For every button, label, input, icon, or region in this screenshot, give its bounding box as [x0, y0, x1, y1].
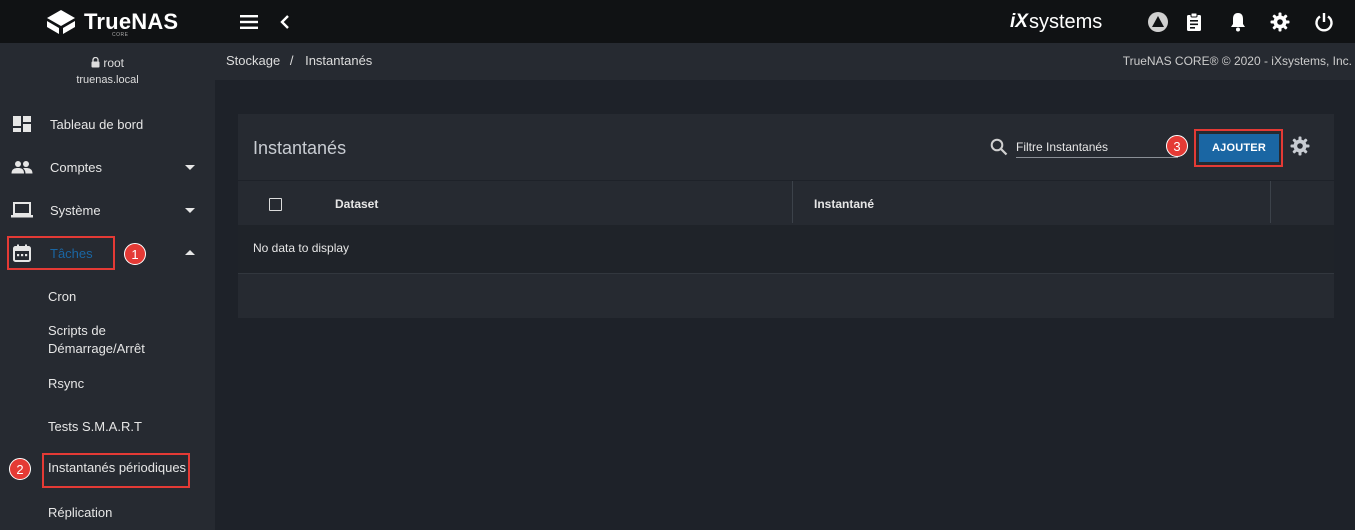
table-header: Dataset Instantané [238, 180, 1334, 225]
sidebar: root truenas.local Tableau de bord Compt… [0, 43, 215, 530]
column-header-snapshot[interactable]: Instantané [814, 197, 874, 211]
user-info: root truenas.local [0, 56, 215, 86]
truenas-logo-icon [47, 10, 75, 34]
dashboard-icon [11, 113, 33, 135]
column-divider [792, 181, 793, 223]
ixsystems-logo-ix: iX [1010, 11, 1028, 32]
filter-box [990, 132, 1180, 160]
breadcrumb-parent[interactable]: Stockage [226, 53, 280, 68]
annotation-highlight-tasks [7, 236, 115, 270]
sidebar-item-accounts[interactable]: Comptes [0, 147, 215, 187]
lock-icon [91, 56, 100, 68]
brand-name: TrueNAS [84, 9, 179, 34]
sidebar-subitem-init-scripts[interactable]: Scripts de Démarrage/Arrêt [48, 322, 158, 358]
power-icon[interactable] [1311, 9, 1337, 35]
breadcrumb: Stockage / Instantanés [226, 53, 372, 68]
search-icon [990, 138, 1008, 156]
people-icon [11, 156, 33, 178]
page-title: Instantanés [253, 138, 347, 158]
table-footer [238, 273, 1334, 318]
annotation-badge-3: 3 [1166, 135, 1188, 157]
chevron-left-icon[interactable] [272, 9, 298, 35]
sidebar-item-dashboard[interactable]: Tableau de bord [0, 104, 215, 144]
breadcrumb-separator: / [289, 53, 294, 68]
gear-icon[interactable] [1267, 9, 1293, 35]
select-all-checkbox[interactable] [269, 198, 282, 211]
user-name: root [103, 56, 125, 70]
sidebar-item-system[interactable]: Système [0, 190, 215, 230]
caret-up-icon [185, 250, 195, 255]
copyright-text: TrueNAS CORE® © 2020 - iXsystems, Inc. [1122, 54, 1352, 68]
user-name-line: root [0, 56, 215, 70]
sidebar-item-label: Tableau de bord [50, 116, 144, 132]
add-button[interactable]: AJOUTER [1199, 134, 1279, 162]
menu-icon[interactable] [236, 9, 262, 35]
annotation-badge-1: 1 [124, 243, 146, 265]
breadcrumb-bar: Stockage / Instantanés TrueNAS CORE® © 2… [215, 43, 1355, 80]
column-settings-gear-icon[interactable] [1290, 136, 1312, 158]
search-input[interactable] [1016, 136, 1178, 158]
top-bar: TrueNAS CORE iX systems [0, 0, 1355, 43]
laptop-icon [11, 199, 33, 221]
empty-table-row: No data to display [238, 225, 1334, 273]
empty-table-message: No data to display [253, 241, 350, 255]
breadcrumb-current: Instantanés [305, 53, 373, 68]
user-host: truenas.local [76, 74, 139, 86]
ixsystems-logo-text: systems [1028, 10, 1103, 33]
sidebar-subitem-rsync[interactable]: Rsync [48, 375, 84, 393]
annotation-highlight-periodic-snapshots [42, 453, 190, 488]
sidebar-subitem-smart-tests[interactable]: Tests S.M.A.R.T [48, 418, 142, 436]
ixsystems-logo[interactable]: iX systems [1010, 9, 1102, 35]
sidebar-item-label: Comptes [50, 159, 103, 175]
clipboard-icon[interactable] [1181, 9, 1207, 35]
column-header-dataset[interactable]: Dataset [335, 197, 378, 211]
caret-down-icon [185, 208, 195, 213]
bell-icon[interactable] [1225, 9, 1251, 35]
annotation-badge-2: 2 [9, 458, 31, 480]
column-divider [1270, 181, 1271, 223]
brand-sub: CORE [112, 32, 129, 38]
snapshots-card: Instantanés 3 AJOUTER Dataset Instantané… [238, 114, 1334, 318]
sidebar-item-label: Système [50, 202, 101, 218]
sidebar-subitem-replication[interactable]: Réplication [48, 504, 112, 522]
caret-down-icon [185, 165, 195, 170]
sidebar-subitem-cron[interactable]: Cron [48, 288, 76, 306]
truecommand-icon[interactable] [1145, 9, 1171, 35]
